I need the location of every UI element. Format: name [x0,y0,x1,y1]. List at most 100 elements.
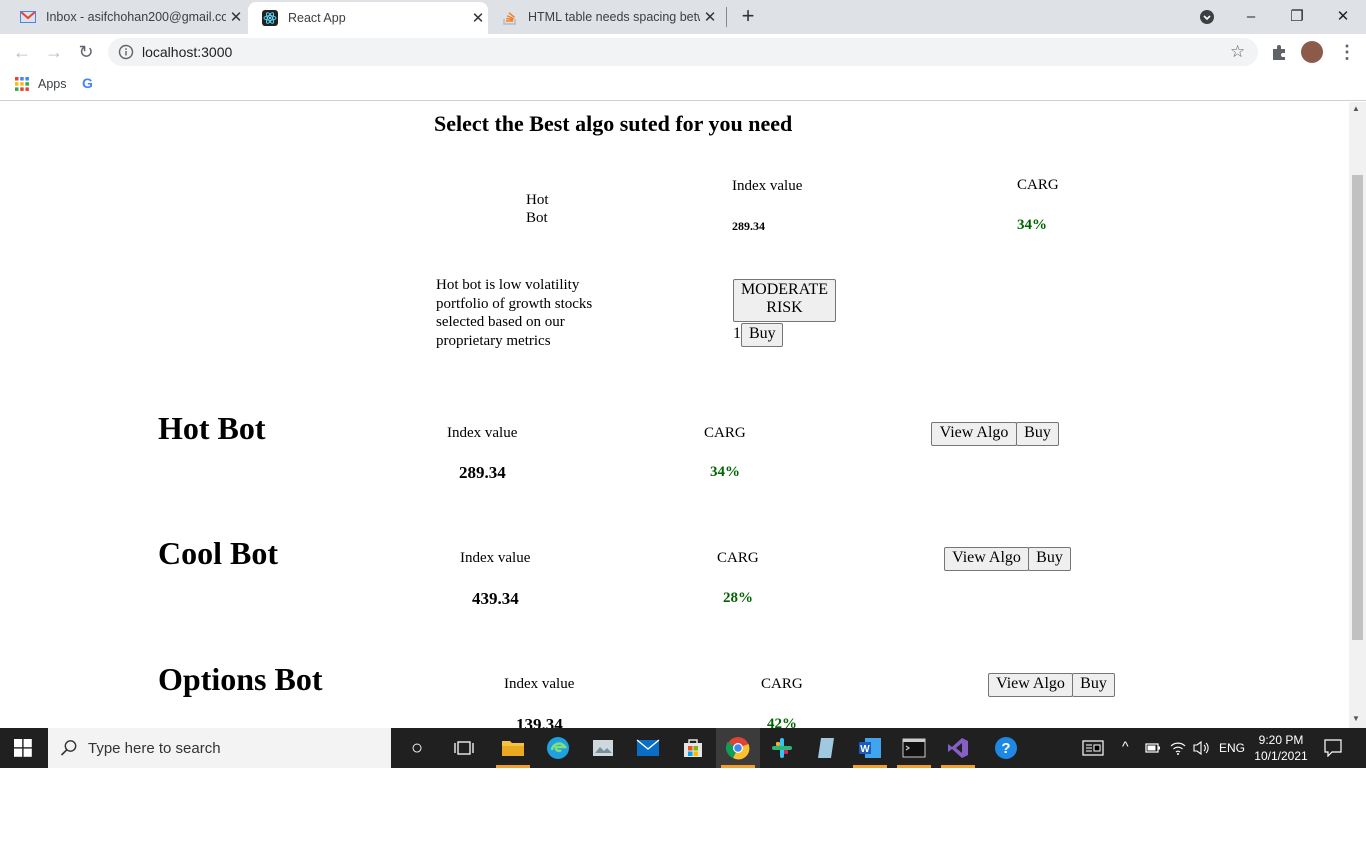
carg-label: CARG [717,550,759,566]
close-tab-icon[interactable]: ✕ [468,9,488,27]
bookmark-star-icon[interactable]: ☆ [1230,42,1245,62]
view-algo-button[interactable]: View Algo [988,673,1073,697]
notes-app-icon[interactable] [812,734,840,762]
back-icon[interactable]: ← [10,40,34,64]
task-view-icon[interactable] [450,734,478,762]
tab-search-icon[interactable] [1196,6,1218,28]
taskbar-search-placeholder: Type here to search [88,740,221,757]
close-tab-icon[interactable]: ✕ [226,8,246,26]
site-info-icon[interactable] [118,44,134,60]
featured-name-line2: Bot [526,210,548,226]
featured-bot-name: Hot Bot [526,191,549,227]
index-label: Index value [447,425,518,441]
file-explorer-icon[interactable] [499,734,527,762]
clock-time: 9:20 PM [1258,733,1304,747]
taskbar-active-indicator [496,765,530,768]
scroll-down-icon[interactable]: ▼ [1352,714,1360,723]
menu-icon[interactable]: ⋮ [1338,42,1356,63]
new-tab-button[interactable]: + [736,4,760,28]
buy-button[interactable]: Buy [1072,673,1115,697]
tab-stackoverflow[interactable]: HTML table needs spacing betwe ✕ [488,0,720,34]
address-bar[interactable] [108,38,1258,66]
view-algo-button[interactable]: View Algo [931,422,1017,446]
bot-name: Hot Bot [158,410,266,446]
cortana-icon[interactable]: ○ [403,734,431,762]
react-icon [262,10,278,26]
search-icon [60,739,78,757]
tab-label: HTML table needs spacing betwe [528,10,700,24]
google-bookmark-icon[interactable]: G [82,75,93,91]
index-label: Index value [460,550,531,566]
mail-icon[interactable] [634,734,662,762]
wifi-icon[interactable] [1170,740,1186,756]
terminal-icon[interactable] [900,734,928,762]
tab-react-app[interactable]: React App ✕ [248,2,488,34]
maximize-button[interactable]: ❐ [1274,0,1320,32]
taskbar-active-indicator [941,765,975,768]
bookmark-apps[interactable]: Apps [38,77,67,91]
tab-gmail[interactable]: Inbox - asifchohan200@gmail.co ✕ [6,0,246,34]
featured-index-label: Index value [732,178,803,194]
buy-button[interactable]: Buy [1028,547,1071,571]
scroll-up-icon[interactable]: ▲ [1352,104,1360,113]
reload-icon[interactable]: ↻ [74,40,98,64]
language-indicator[interactable]: ENG [1219,741,1245,755]
carg-label: CARG [761,676,803,692]
moderate-risk-button[interactable]: MODERATE RISK [733,279,836,322]
svg-text:?: ? [1001,740,1010,757]
edge-icon[interactable] [544,734,572,762]
view-algo-button[interactable]: View Algo [944,547,1029,571]
clock-date: 10/1/2021 [1254,749,1308,763]
featured-name-line1: Hot [526,192,549,208]
carg-value: 28% [723,590,753,606]
news-widget-icon[interactable] [1082,740,1104,756]
featured-carg-value: 34% [1017,217,1047,233]
featured-buy-button[interactable]: Buy [741,323,783,347]
apps-grid-icon[interactable] [15,77,29,91]
svg-text:W: W [860,744,870,755]
index-value: 289.34 [459,463,506,482]
tab-label: React App [288,11,346,25]
profile-avatar[interactable] [1301,41,1323,63]
bookmarks-bar [0,70,1366,101]
help-icon[interactable]: ? [992,734,1020,762]
quantity-value: 1 [733,325,741,342]
store-icon[interactable] [679,734,707,762]
index-label: Index value [504,676,575,692]
url-text[interactable]: localhost:3000 [142,44,232,60]
clock[interactable]: 9:20 PM 10/1/2021 [1252,732,1310,764]
carg-label: CARG [704,425,746,441]
word-icon[interactable]: W [856,734,884,762]
carg-value: 34% [710,464,740,480]
tab-separator [726,7,727,27]
scrollbar-thumb[interactable] [1352,175,1363,640]
tab-label: Inbox - asifchohan200@gmail.co [46,10,226,24]
extensions-icon[interactable] [1270,43,1288,61]
windows-start-icon[interactable] [14,739,32,757]
taskbar-active-indicator [721,765,755,768]
taskbar-active-indicator [897,765,931,768]
volume-icon[interactable] [1193,740,1211,756]
taskbar-active-indicator [853,765,887,768]
visual-studio-icon[interactable] [944,734,972,762]
notification-icon[interactable] [1324,739,1342,758]
slack-icon[interactable] [768,734,796,762]
stackoverflow-icon [502,9,518,25]
forward-icon[interactable]: → [42,40,66,64]
buy-button[interactable]: Buy [1016,422,1059,446]
featured-index-value: 289.34 [732,219,765,233]
battery-icon[interactable] [1145,741,1161,755]
minimize-button[interactable]: – [1228,0,1274,32]
chrome-icon[interactable] [724,734,752,762]
chevron-up-icon[interactable]: ^ [1122,738,1129,754]
index-value: 439.34 [472,589,519,608]
gmail-icon [20,9,36,25]
bot-name: Options Bot [158,661,323,697]
close-window-button[interactable]: ✕ [1320,0,1366,32]
photos-app-icon[interactable] [589,734,617,762]
page-title: Select the Best algo suted for you need [434,111,793,136]
bot-name: Cool Bot [158,535,278,571]
featured-description: Hot bot is low volatility portfolio of g… [436,277,593,349]
close-tab-icon[interactable]: ✕ [700,8,720,26]
featured-carg-label: CARG [1017,177,1059,193]
